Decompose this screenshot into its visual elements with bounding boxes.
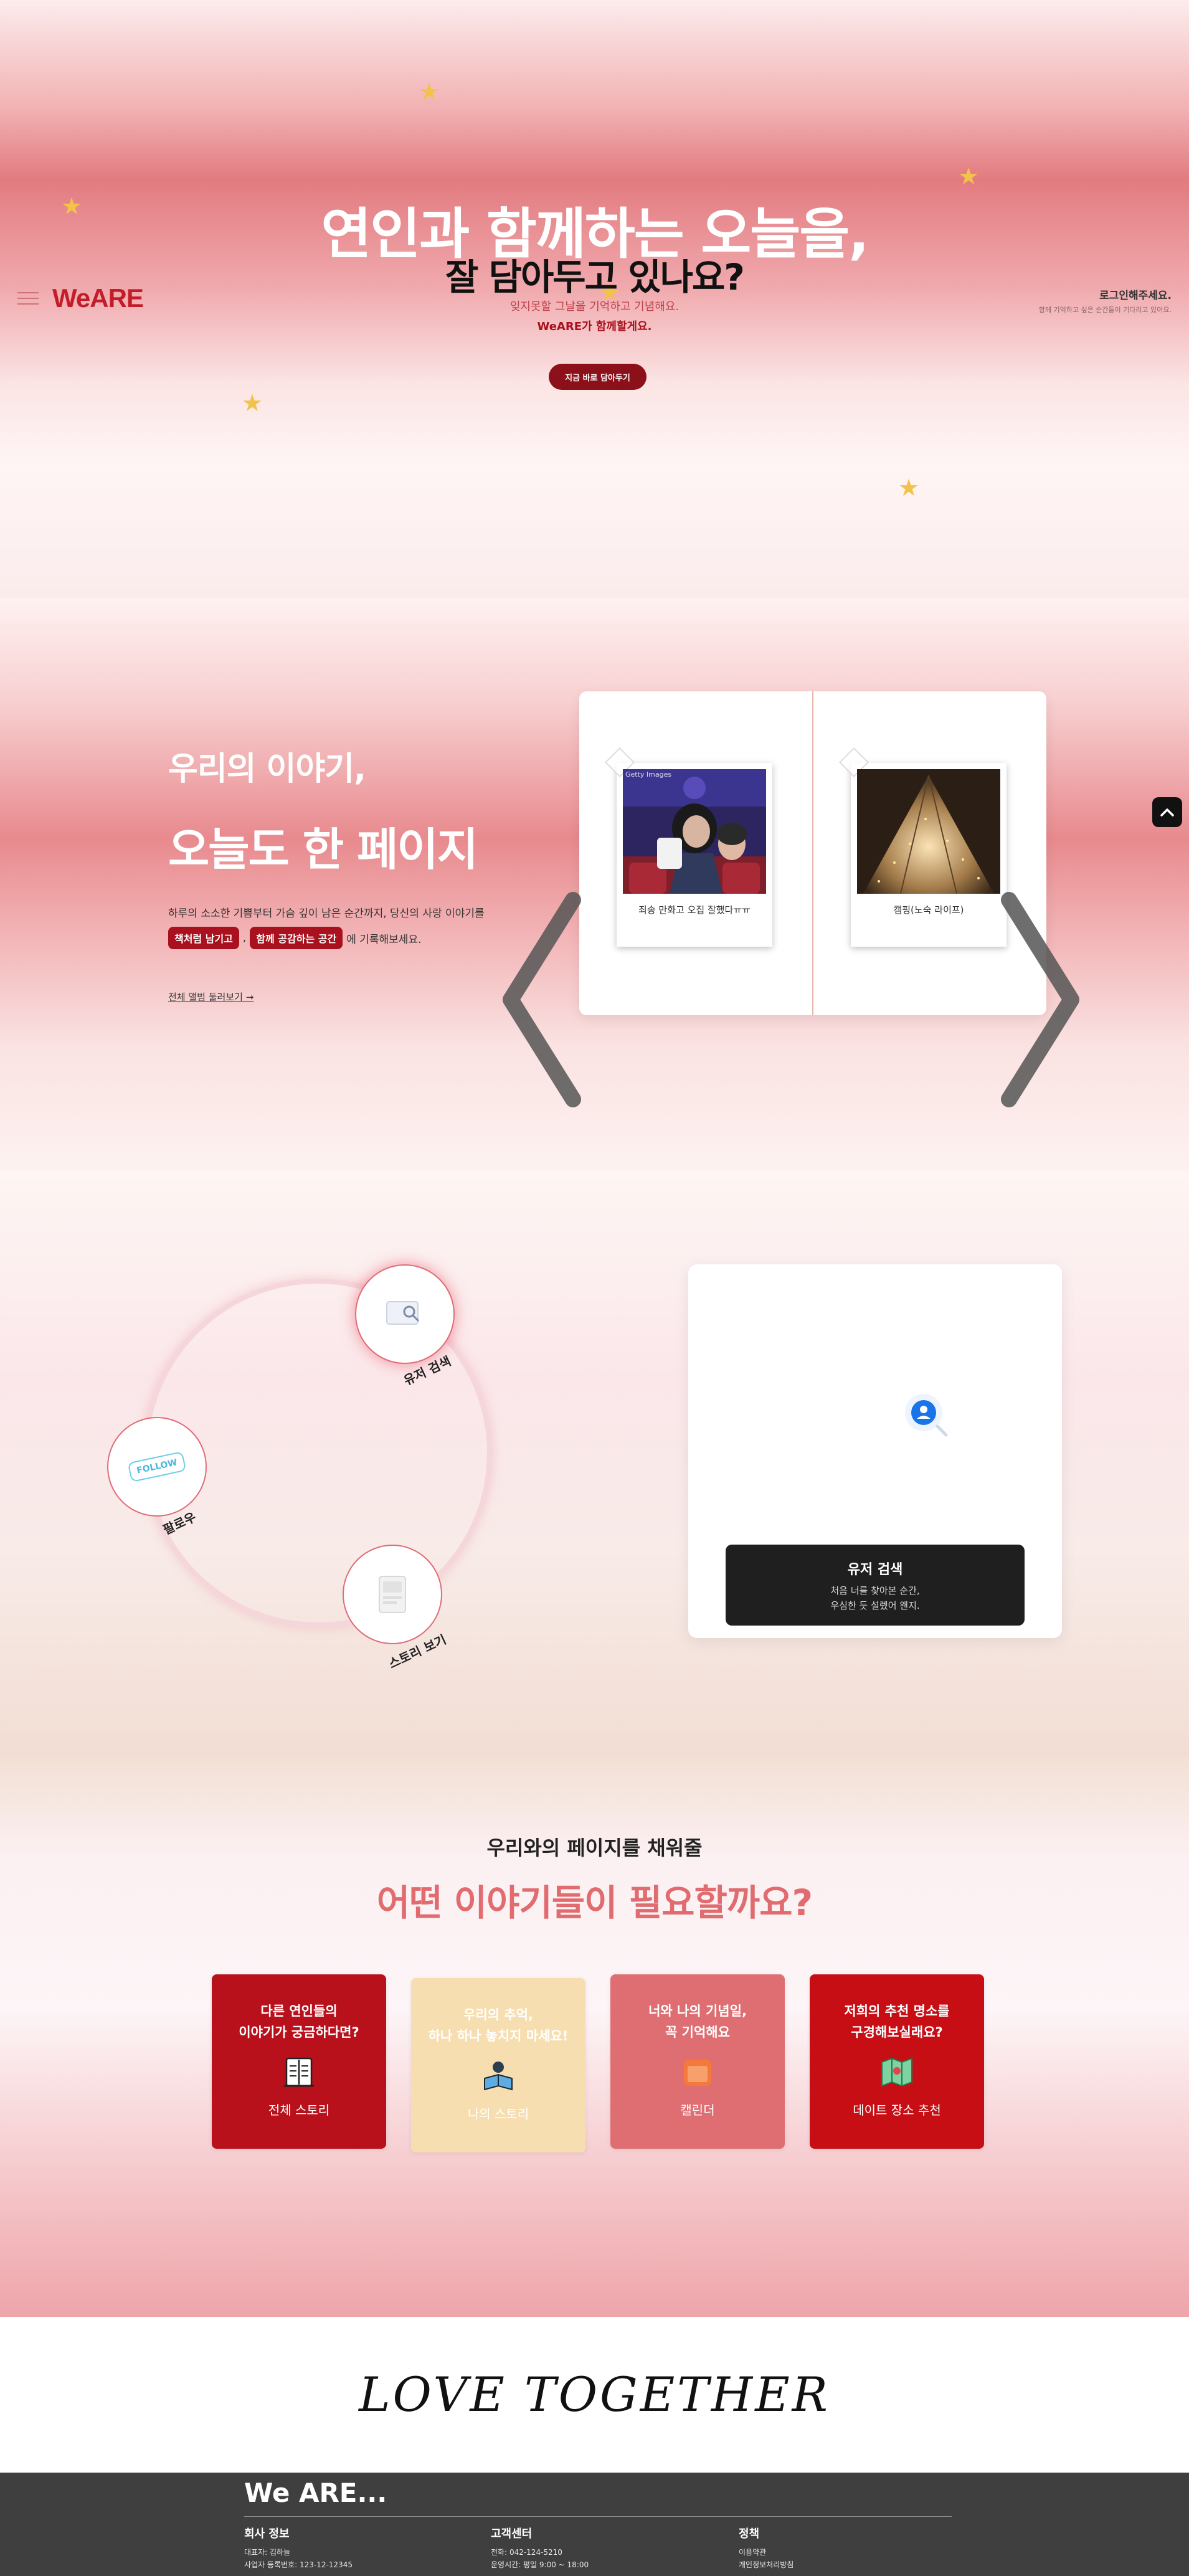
features-section: 유저 검색 FOLLOW 팔로우 스토리 보기 유저 검색 처음 너를 찾아본 … (0, 1171, 1189, 1756)
card-title-line: 우리의 추억, (463, 2007, 533, 2022)
album-book: Getty Images 죄송 만화고 오집 잘했다ㅠㅠ 캠핑(노숙 라이프) (579, 691, 1046, 1015)
card-label: 전체 스토리 (268, 2103, 330, 2118)
footer: We ARE... 회사 정보 대표자: 김하늘 사업자 등록번호: 123-1… (0, 2473, 1189, 2576)
card-title-line: 너와 나의 기념일, (648, 2004, 747, 2019)
footer-customer-center: 고객센터 전화: 042-124-5210 운영시간: 평일 9:00 ~ 18… (491, 2525, 589, 2571)
story-title: 우리의 이야기, (168, 751, 366, 788)
hero-desc: 잊지못할 그날을 기억하고 기념해요. (509, 300, 680, 313)
card-title-line: 하나 하나 놓치지 마세요! (428, 2029, 569, 2043)
feature-info-desc1: 처음 너를 찾아본 순간, (830, 1585, 920, 1596)
card-date-spots[interactable]: 저희의 추천 명소를구경해보실래요? 데이트 장소 추천 (810, 1974, 984, 2149)
start-now-button[interactable]: 지금 바로 담아두기 (549, 364, 647, 390)
footer-brand: We ARE... (244, 2478, 387, 2508)
card-title-line: 구경해보실래요? (851, 2025, 943, 2040)
footer-text: 사업자 등록번호: 123-12-12345 (244, 2560, 353, 2569)
chevron-left-icon[interactable] (498, 891, 585, 1109)
hero-section: ★ ★ ★ ★ ★ ★ WeARE 로그인해주세요. 함께 기억하고 싶은 순간… (0, 0, 1189, 598)
card-my-story[interactable]: 우리의 추억, 하나 하나 놓치지 마세요! 나의 스토리 (411, 1978, 585, 2152)
feature-info-card: 유저 검색 처음 너를 찾아본 순간, 우심한 듯 설렜어 왠지. (726, 1545, 1025, 1626)
story-desc-end: 에 기록해보세요. (346, 933, 422, 946)
footer-company-info: 회사 정보 대표자: 김하늘 사업자 등록번호: 123-12-12345 (244, 2525, 353, 2571)
photo-card[interactable]: 캠핑(노숙 라이프) (838, 747, 1007, 947)
card-label: 나의 스토리 (467, 2106, 529, 2121)
card-title-line: 저희의 추천 명소를 (844, 2004, 950, 2019)
footer-text: 운영시간: 평일 9:00 ~ 18:00 (491, 2560, 589, 2569)
love-together-text: LOVE TOGETHER (359, 2367, 830, 2422)
scroll-top-button[interactable] (1152, 797, 1182, 827)
tag-book: 책처럼 남기고 (168, 927, 239, 949)
star-icon: ★ (242, 389, 263, 417)
book-icon (278, 2052, 320, 2093)
story-desc-tags: 책처럼 남기고 , 함께 공감하는 공간 에 기록해보세요. (168, 927, 422, 949)
star-icon: ★ (419, 78, 440, 105)
photo-watermark: Getty Images (625, 770, 672, 779)
view-all-albums-link[interactable]: 전체 앨범 둘러보기 → (168, 990, 253, 1003)
story-desc: 하루의 소소한 기쁨부터 가슴 깊이 남은 순간까지, 당신의 사랑 이야기를 (168, 907, 485, 920)
needs-title: 어떤 이야기들이 필요할까요? (376, 1882, 813, 1924)
reading-icon (478, 2055, 519, 2096)
love-banner: LOVE TOGETHER (0, 2317, 1189, 2473)
footer-col-title: 고객센터 (491, 2527, 533, 2540)
photo-card[interactable]: Getty Images 죄송 만화고 오집 잘했다ㅠㅠ (604, 747, 772, 947)
photo-caption: 죄송 만화고 오집 잘했다ㅠㅠ (638, 904, 751, 916)
feature-info-desc2: 우심한 듯 설렜어 왠지. (830, 1600, 920, 1611)
needs-subtitle: 우리와의 페이지를 채워줄 (486, 1836, 703, 1860)
card-label: 캘린더 (680, 2103, 715, 2118)
book-spine (812, 691, 813, 1015)
star-icon: ★ (958, 163, 980, 190)
follow-node[interactable]: FOLLOW (107, 1417, 207, 1517)
footer-col-title: 정책 (739, 2527, 760, 2540)
card-calendar[interactable]: 너와 나의 기념일, 꼭 기억해요 캘린더 (610, 1974, 785, 2149)
feature-preview-panel: 유저 검색 처음 너를 찾아본 순간, 우심한 듯 설렜어 왠지. (688, 1264, 1062, 1638)
star-icon: ★ (898, 474, 920, 501)
hero-desc-strong: WeARE가 함께할게요. (537, 320, 652, 333)
photo-camping (857, 769, 1000, 894)
photo-caption: 캠핑(노숙 라이프) (893, 904, 964, 916)
feature-info-title: 유저 검색 (847, 1562, 903, 1578)
user-icon (905, 1394, 948, 1437)
follow-stamp: FOLLOW (127, 1451, 187, 1483)
hero-subtitle: 잘 담아두고 있나요? (445, 256, 745, 298)
calendar-icon (677, 2052, 718, 2093)
footer-col-title: 회사 정보 (244, 2527, 290, 2540)
story-section: 우리의 이야기, 오늘도 한 페이지 하루의 소소한 기쁨부터 가슴 깊이 남은… (0, 598, 1189, 1171)
card-all-stories[interactable]: 다른 연인들의이야기가 궁금하다면? 전체 스토리 (212, 1974, 386, 2149)
card-title-line: 이야기가 궁금하다면? (239, 2025, 359, 2040)
card-title-line: 꼭 기억해요 (665, 2025, 730, 2040)
comma: , (242, 932, 247, 944)
card-label: 데이트 장소 추천 (853, 2103, 941, 2118)
photo-theater (623, 769, 766, 894)
chevron-right-icon[interactable] (997, 891, 1084, 1109)
search-icon (386, 1301, 419, 1325)
story-title-large: 오늘도 한 페이지 (168, 823, 478, 876)
privacy-link[interactable]: 개인정보처리방침 (739, 2559, 793, 2571)
card-title-line: 다른 연인들의 (260, 2004, 338, 2019)
chevron-up-icon (1160, 808, 1174, 817)
footer-text: 대표자: 김하늘 (244, 2548, 291, 2557)
terms-link[interactable]: 이용약관 (739, 2546, 793, 2559)
footer-text: 전화: 042-124-5210 (491, 2548, 562, 2557)
footer-policy: 정책 이용약관 개인정보처리방침 (739, 2525, 793, 2571)
story-view-node[interactable] (343, 1545, 442, 1644)
story-icon (379, 1576, 406, 1613)
map-icon (876, 2052, 917, 2093)
user-search-node[interactable] (355, 1264, 455, 1364)
footer-divider (244, 2516, 952, 2517)
needs-section: 우리와의 페이지를 채워줄 어떤 이야기들이 필요할까요? 다른 연인들의이야기… (0, 1756, 1189, 2317)
tag-share: 함께 공감하는 공간 (250, 927, 343, 949)
